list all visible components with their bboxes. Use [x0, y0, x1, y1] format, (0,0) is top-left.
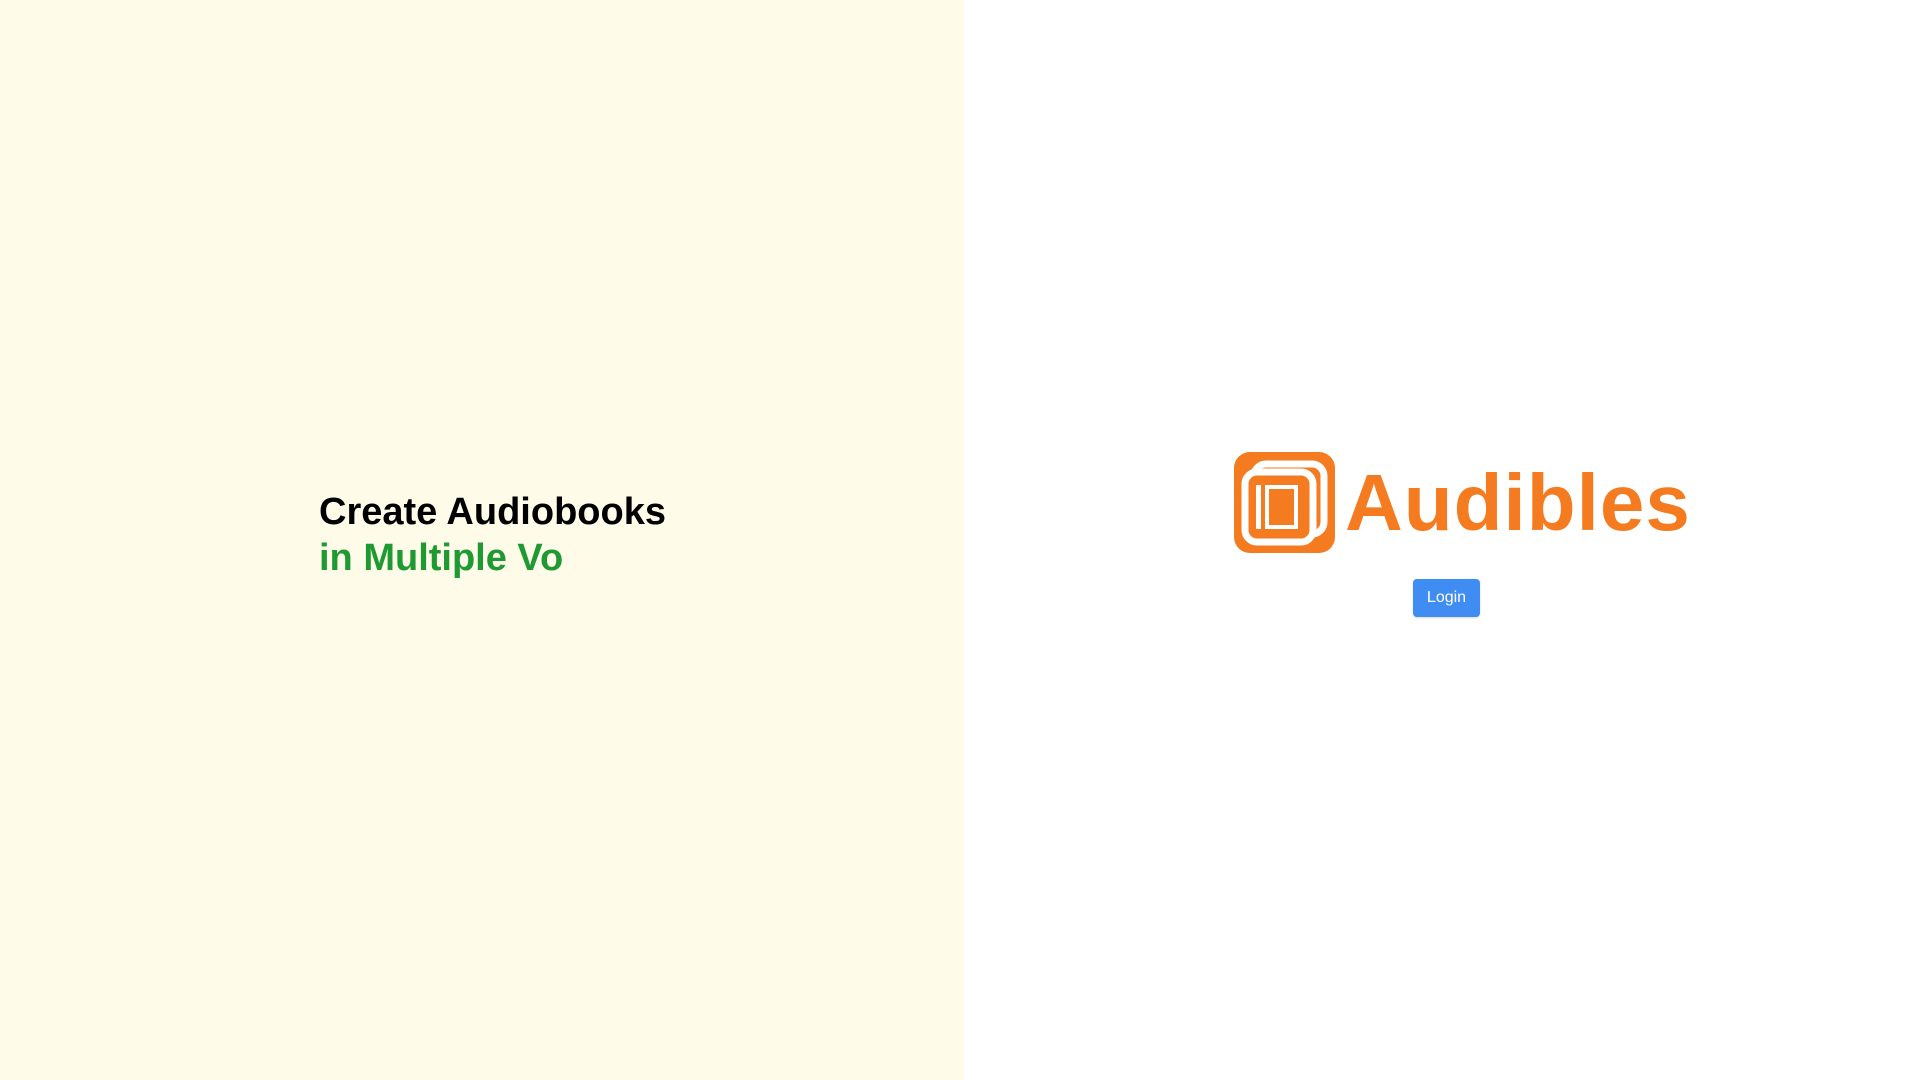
brand-logo: Audibles: [1234, 452, 1691, 553]
hero-subtitle-typing: in Multiple Vo: [319, 537, 564, 579]
book-stack-icon: [1234, 452, 1335, 553]
brand-name: Audibles: [1345, 458, 1691, 547]
hero-panel: Create Audiobooks in Multiple Vo: [0, 0, 964, 1080]
auth-panel: Audibles Login: [964, 0, 1920, 1080]
hero-title: Create Audiobooks: [319, 491, 666, 533]
page: Create Audiobooks in Multiple Vo Audible…: [0, 0, 1920, 1080]
hero-tagline: Create Audiobooks in Multiple Vo: [319, 489, 666, 581]
login-button[interactable]: Login: [1413, 579, 1480, 617]
